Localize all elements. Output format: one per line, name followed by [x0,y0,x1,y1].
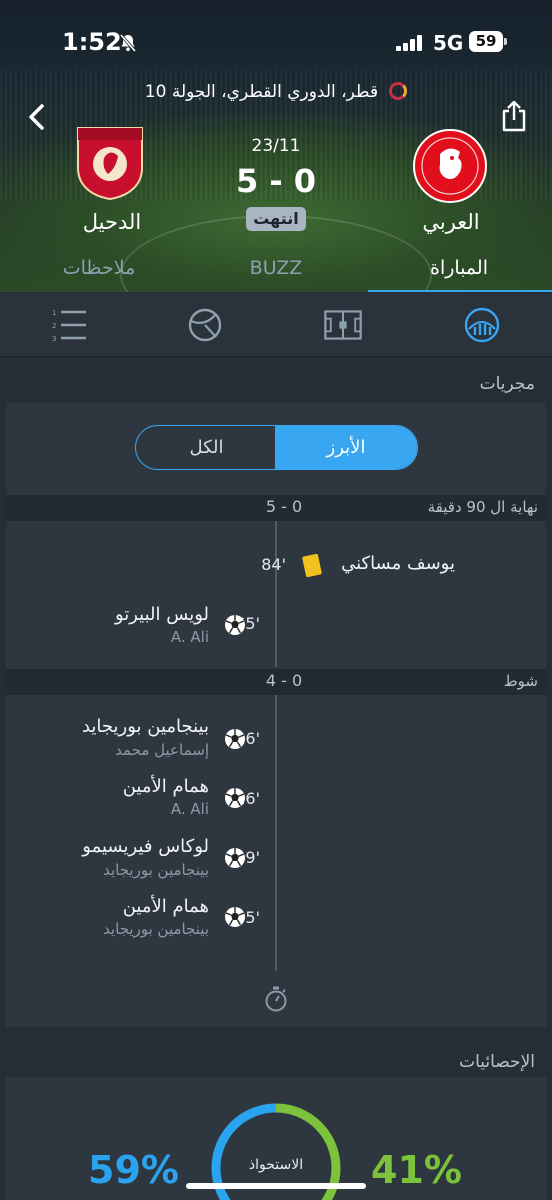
possession-label: الاستحواذ [248,1157,304,1173]
stopwatch-icon [265,986,287,1012]
period-header: نهاية ال 90 دقيقة 5 - 0 [6,495,546,521]
timeline-line [275,695,277,971]
tab-match[interactable]: المباراة [384,257,534,279]
league-name[interactable]: قطر، الدوري القطري، الجولة 10 [145,82,378,102]
events-section-title: مجريات [479,374,535,394]
toggle-highlights[interactable]: الأبرز [275,426,417,469]
stats-section-title: الإحصائيات [459,1052,535,1072]
goal-ball-icon [225,615,245,635]
home-indicator[interactable] [186,1183,366,1189]
home-possession-pct: 41% [371,1148,462,1192]
event-assist: بينجامين بوريجايد [103,861,209,879]
league-logo-icon [389,82,408,100]
league-row[interactable]: قطر، الدوري القطري، الجولة 10 [0,82,552,102]
event-player: بينجامين بوريجايد [81,716,209,737]
period-header: شوط 4 - 0 [6,669,546,695]
toggle-all[interactable]: الكل [136,426,277,469]
away-team-name[interactable]: الدحيل [42,210,182,234]
event-minute: 84' [261,555,286,574]
event-player: همام الأمين [122,896,209,917]
battery-icon: 59 [469,31,503,52]
clock: 1:52 [62,28,122,56]
pitch-icon[interactable] [324,307,362,343]
timeline-line [275,521,277,667]
status-bar: 1:52 5G 59 [0,0,552,70]
tab-bar: ملاحظات BUZZ المباراة [0,253,552,292]
event-assist: A. Ali [170,800,209,818]
list-icon[interactable]: 1 2 3 [52,307,90,343]
period-label: نهاية ال 90 دقيقة [427,498,538,516]
section-icon-bar: 1 2 3 [0,293,552,357]
away-possession-pct: 59% [88,1148,179,1192]
tab-active-indicator [368,290,552,292]
bell-off-icon [119,33,137,53]
events-filter-toggle: الكل الأبرز [135,425,418,470]
event-assist: إسماعيل محمد [115,741,209,759]
period-label: شوط [503,672,538,690]
match-status-badge: انتهت [246,207,306,231]
goal-ball-icon [225,848,245,868]
svg-text:3: 3 [52,335,56,343]
signal-icon [396,35,422,51]
match-score: 5 - 0 [235,162,317,200]
event-player: لوكاس فيريسيمو [82,836,209,857]
goal-ball-icon [225,907,245,927]
ball-icon[interactable] [186,307,224,343]
event-assist: بينجامين بوريجايد [103,920,209,938]
event-player: يوسف مساكني [341,553,455,574]
share-icon[interactable] [500,100,528,132]
match-header: 1:52 5G 59 قطر، الدوري القطري، الجولة 10 [0,0,552,292]
back-icon[interactable] [22,102,52,132]
event-assist: A. Ali [170,628,209,646]
network-type: 5G [433,31,464,55]
svg-text:2: 2 [52,322,56,330]
period-score: 4 - 0 [265,671,303,690]
home-team-name[interactable]: العربي [381,210,521,234]
svg-text:1: 1 [52,309,56,317]
period-score: 5 - 0 [265,497,303,516]
battery-tip [504,38,507,45]
match-date: 23/11 [251,136,301,156]
stats-icon[interactable] [463,307,501,343]
goal-ball-icon [225,729,245,749]
goal-ball-icon [225,788,245,808]
event-player: همام الأمين [122,776,209,797]
tab-notes[interactable]: ملاحظات [24,257,174,279]
event-player: لويس البيرتو [114,604,209,625]
tab-buzz[interactable]: BUZZ [201,257,351,279]
